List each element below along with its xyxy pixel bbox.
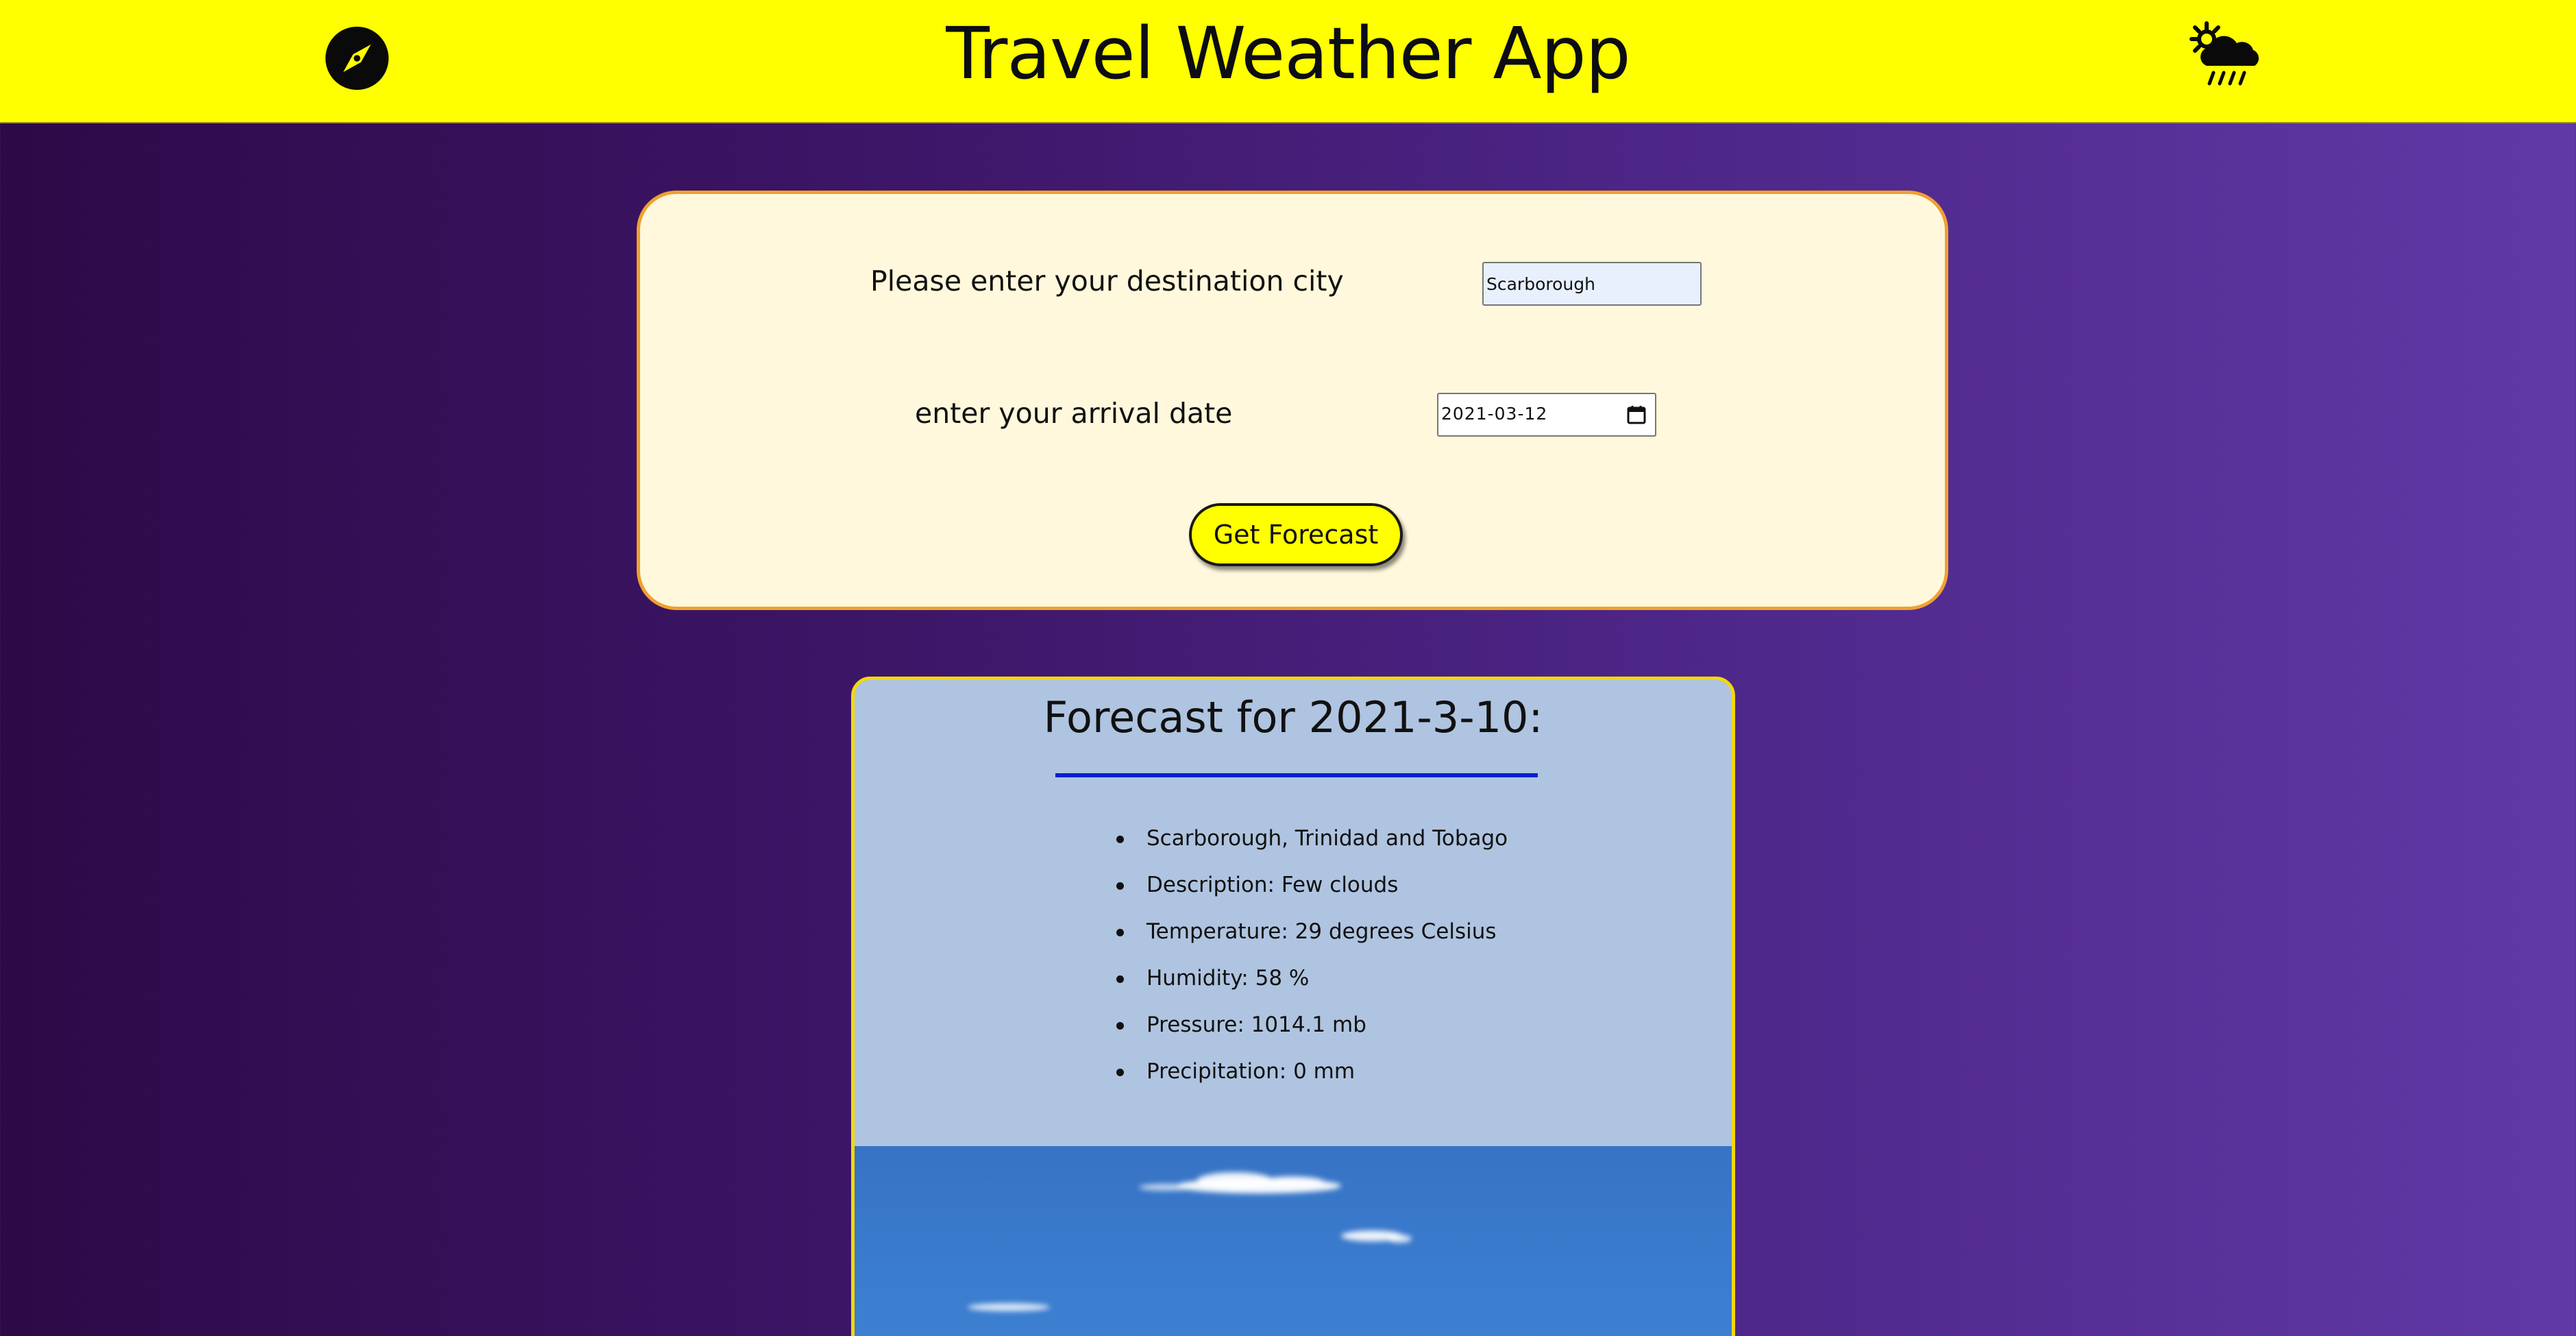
city-label: Please enter your destination city [870,265,1344,297]
title-underline [1055,773,1538,777]
forecast-card: Forecast for 2021-3-10: Scarborough, Tri… [851,677,1735,1336]
list-item-pressure: Pressure: 1014.1 mb [1115,1012,1508,1059]
date-input[interactable]: 2021-03-12 [1437,393,1656,437]
list-item-humidity: Humidity: 58 % [1115,966,1508,1012]
forecast-title: Forecast for 2021-3-10: [1043,692,1543,742]
list-item-temperature: Temperature: 29 degrees Celsius [1115,919,1508,966]
forecast-details-list: Scarborough, Trinidad and Tobago Descrip… [1115,826,1508,1106]
get-forecast-button[interactable]: Get Forecast [1189,503,1403,566]
app-header: Travel Weather App [0,0,2576,123]
date-value: 2021-03-12 [1441,404,1548,424]
calendar-icon[interactable] [1626,404,1647,425]
list-item-description: Description: Few clouds [1115,873,1508,919]
clouds-illustration [968,1172,1412,1311]
list-item-location: Scarborough, Trinidad and Tobago [1115,826,1508,873]
city-input[interactable] [1482,262,1702,306]
trip-form: Please enter your destination city enter… [637,191,1948,610]
list-item-precipitation: Precipitation: 0 mm [1115,1059,1508,1106]
sun-cloud-rain-icon [2189,21,2259,86]
destination-photo [855,1146,1732,1336]
date-label: enter your arrival date [915,397,1233,430]
